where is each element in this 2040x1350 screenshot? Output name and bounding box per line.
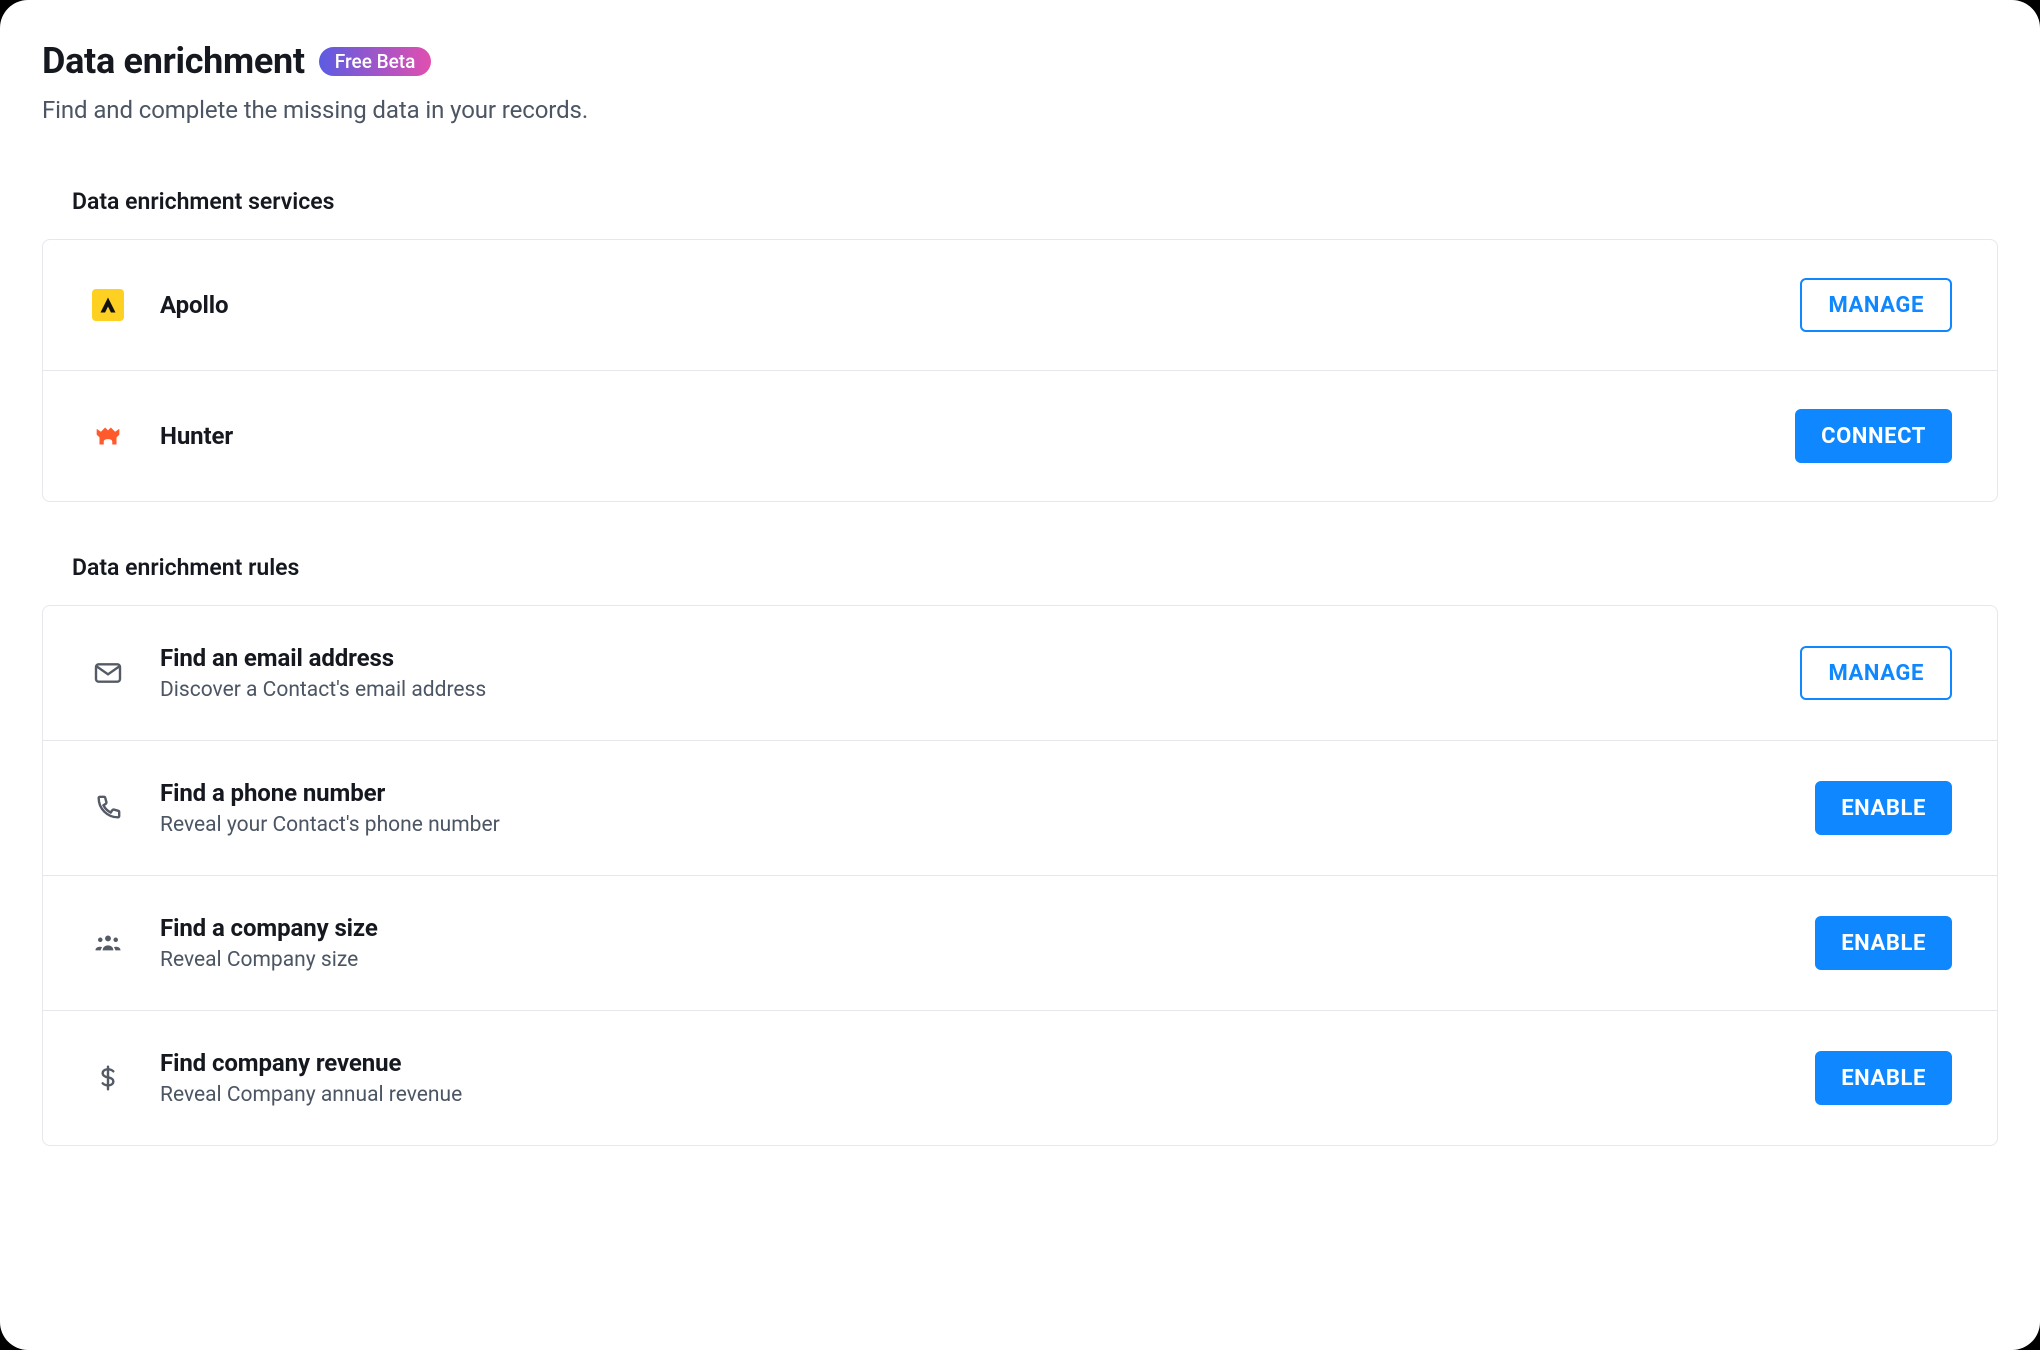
rule-desc: Discover a Contact's email address (160, 678, 1768, 702)
rule-row-company-size: Find a company size Reveal Company size … (43, 876, 1997, 1011)
phone-icon (88, 792, 128, 824)
service-row-hunter: Hunter CONNECT (43, 371, 1997, 501)
rule-desc: Reveal Company size (160, 948, 1783, 972)
services-section-title: Data enrichment services (72, 188, 1998, 215)
manage-button[interactable]: MANAGE (1800, 278, 1952, 332)
connect-button[interactable]: CONNECT (1795, 409, 1952, 463)
rule-title: Find an email address (160, 644, 1768, 672)
rule-title: Find company revenue (160, 1049, 1783, 1077)
dollar-icon (88, 1062, 128, 1094)
apollo-icon (88, 289, 128, 321)
hunter-icon (88, 419, 128, 453)
rule-row-phone: Find a phone number Reveal your Contact'… (43, 741, 1997, 876)
manage-button[interactable]: MANAGE (1800, 646, 1952, 700)
service-name: Apollo (160, 291, 1768, 319)
page-title: Data enrichment (42, 40, 305, 82)
mail-icon (88, 657, 128, 689)
services-panel: Apollo MANAGE Hunter CONNECT (42, 239, 1998, 502)
rule-desc: Reveal your Contact's phone number (160, 813, 1783, 837)
service-row-apollo: Apollo MANAGE (43, 240, 1997, 371)
rule-title: Find a phone number (160, 779, 1783, 807)
rules-section-title: Data enrichment rules (72, 554, 1998, 581)
rule-row-email: Find an email address Discover a Contact… (43, 606, 1997, 741)
page-header: Data enrichment Free Beta (42, 40, 1998, 82)
rules-panel: Find an email address Discover a Contact… (42, 605, 1998, 1146)
people-icon (88, 927, 128, 959)
enable-button[interactable]: ENABLE (1815, 916, 1952, 970)
beta-badge: Free Beta (319, 47, 432, 76)
service-name: Hunter (160, 422, 1763, 450)
enable-button[interactable]: ENABLE (1815, 1051, 1952, 1105)
rule-desc: Reveal Company annual revenue (160, 1083, 1783, 1107)
enable-button[interactable]: ENABLE (1815, 781, 1952, 835)
rule-row-company-revenue: Find company revenue Reveal Company annu… (43, 1011, 1997, 1145)
page: Data enrichment Free Beta Find and compl… (0, 0, 2040, 1350)
rule-title: Find a company size (160, 914, 1783, 942)
page-subtitle: Find and complete the missing data in yo… (42, 96, 1998, 124)
